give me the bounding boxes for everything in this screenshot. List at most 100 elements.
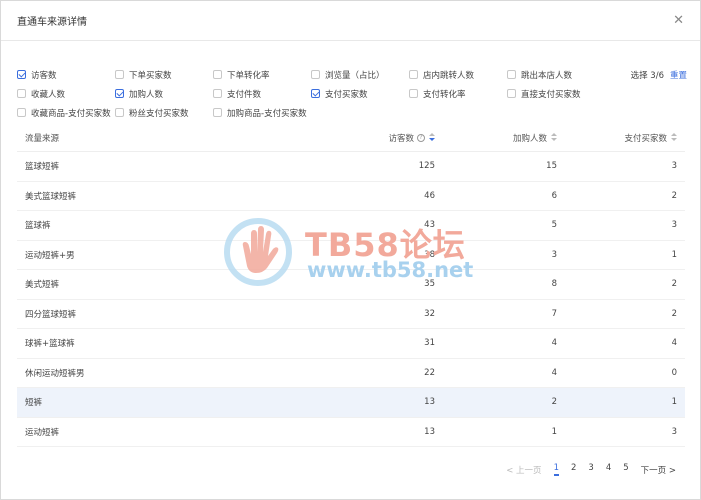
- visitors-cell: 35: [424, 279, 435, 290]
- visitors-cell: 38: [424, 249, 435, 260]
- metric-option[interactable]: 下单转化率: [213, 69, 311, 81]
- metric-option[interactable]: 粉丝支付买家数: [115, 107, 213, 119]
- reset-link[interactable]: 重置: [670, 69, 687, 81]
- checkbox[interactable]: [115, 70, 124, 79]
- metric-label: 收藏商品-支付买家数: [31, 108, 111, 119]
- table-row[interactable]: 四分篮球短裤 32 7 2: [17, 300, 685, 329]
- metric-option[interactable]: 支付件数: [213, 88, 311, 100]
- column-header-paying-buyers[interactable]: 支付买家数: [563, 132, 685, 144]
- metric-option[interactable]: 店内跳转人数: [409, 69, 507, 81]
- metric-option[interactable]: 访客数: [17, 69, 115, 81]
- checkbox[interactable]: [409, 70, 418, 79]
- visitors-cell: 125: [418, 161, 435, 172]
- header-label: 访客数: [388, 133, 414, 144]
- table-row[interactable]: 休闲运动短裤男 22 4 0: [17, 359, 685, 388]
- metric-label: 直接支付买家数: [521, 89, 581, 100]
- checkbox[interactable]: [115, 108, 124, 117]
- checkbox[interactable]: [507, 70, 516, 79]
- metric-label: 下单买家数: [129, 70, 172, 81]
- checkbox[interactable]: [213, 89, 222, 98]
- add-to-cart-cell: 15: [546, 161, 557, 172]
- source-cell: 美式短裤: [25, 280, 60, 291]
- add-to-cart-cell: 4: [551, 338, 557, 349]
- table-row[interactable]: 美式短裤 35 8 2: [17, 270, 685, 300]
- source-cell: 运动短裤: [25, 427, 60, 438]
- paying-buyers-cell: 2: [671, 308, 677, 319]
- add-to-cart-cell: 3: [551, 249, 557, 260]
- metric-label: 下单转化率: [227, 70, 270, 81]
- next-page-button[interactable]: 下一页 >: [641, 464, 676, 476]
- checkbox[interactable]: [213, 108, 222, 117]
- metric-label: 收藏人数: [31, 89, 66, 100]
- metric-option[interactable]: 加购商品-支付买家数: [213, 107, 311, 119]
- page-number-button[interactable]: 5: [623, 463, 628, 476]
- table-row[interactable]: 运动短裤+男 38 3 1: [17, 241, 685, 270]
- metric-label: 跳出本店人数: [521, 70, 573, 81]
- close-icon[interactable]: ✕: [673, 14, 684, 27]
- paying-buyers-cell: 3: [671, 220, 677, 231]
- column-header-visitors[interactable]: 访客数 ?: [277, 132, 437, 144]
- paying-buyers-cell: 0: [671, 367, 677, 378]
- metric-option[interactable]: 直接支付买家数: [507, 88, 605, 100]
- metric-option[interactable]: 支付买家数: [311, 88, 409, 100]
- checkbox[interactable]: [409, 89, 418, 98]
- pagination: < 上一页 12345 下一页 >: [500, 463, 682, 476]
- metric-label: 加购人数: [129, 89, 164, 100]
- metric-label: 访客数: [31, 70, 57, 81]
- column-header-source: 流量来源: [17, 132, 277, 144]
- visitors-cell: 22: [424, 367, 435, 378]
- add-to-cart-cell: 1: [551, 426, 557, 437]
- metric-label: 加购商品-支付买家数: [227, 108, 307, 119]
- table-row[interactable]: 球裤+篮球裤 31 4 4: [17, 329, 685, 359]
- metric-label: 支付件数: [227, 89, 262, 100]
- add-to-cart-cell: 4: [551, 367, 557, 378]
- checkbox-checked[interactable]: [311, 89, 320, 98]
- selection-info: 选择 3/6 重置: [631, 65, 687, 84]
- add-to-cart-cell: 8: [551, 279, 557, 290]
- metric-option[interactable]: 收藏商品-支付买家数: [17, 107, 115, 119]
- page-number-button[interactable]: 2: [571, 463, 576, 476]
- checkbox[interactable]: [311, 70, 320, 79]
- page-number-button[interactable]: 1: [553, 463, 559, 476]
- checkbox[interactable]: [17, 108, 26, 117]
- selection-count: 选择 3/6: [630, 70, 664, 81]
- source-cell: 运动短裤+男: [25, 250, 75, 261]
- paying-buyers-cell: 4: [671, 338, 677, 349]
- table-row[interactable]: 篮球短裤 125 15 3: [17, 152, 685, 182]
- checkbox-checked[interactable]: [17, 70, 26, 79]
- column-header-add-to-cart[interactable]: 加购人数: [437, 132, 563, 144]
- prev-page-button[interactable]: < 上一页: [506, 464, 541, 476]
- checkbox-checked[interactable]: [115, 89, 124, 98]
- checkbox[interactable]: [17, 89, 26, 98]
- checkbox[interactable]: [213, 70, 222, 79]
- visitors-cell: 31: [424, 338, 435, 349]
- table-row[interactable]: 运动短裤 13 1 3: [17, 418, 685, 447]
- sort-icon[interactable]: [551, 133, 557, 142]
- metric-option[interactable]: 浏览量（占比）: [311, 69, 409, 81]
- modal-title: 直通车来源详情: [17, 17, 87, 28]
- metric-option[interactable]: 收藏人数: [17, 88, 115, 100]
- source-table: 流量来源 访客数 ? 加购人数 支付买家数 篮球短裤 125 15 3 美式篮球短裤 46…: [17, 124, 685, 447]
- header-label: 流量来源: [25, 133, 60, 144]
- paying-buyers-cell: 2: [671, 190, 677, 201]
- table-row[interactable]: 短裤 13 2 1: [17, 388, 685, 418]
- source-cell: 四分篮球短裤: [25, 309, 77, 320]
- metric-option[interactable]: 加购人数: [115, 88, 213, 100]
- checkbox[interactable]: [507, 89, 516, 98]
- sort-icon[interactable]: [429, 133, 435, 142]
- table-row[interactable]: 美式篮球短裤 46 6 2: [17, 182, 685, 211]
- help-icon[interactable]: ?: [417, 133, 425, 142]
- source-cell: 篮球短裤: [25, 162, 60, 173]
- metric-option[interactable]: 下单买家数: [115, 69, 213, 81]
- metric-label: 支付买家数: [325, 89, 368, 100]
- sort-icon[interactable]: [671, 133, 677, 142]
- metric-option[interactable]: 跳出本店人数: [507, 69, 605, 81]
- metric-option[interactable]: 支付转化率: [409, 88, 507, 100]
- paying-buyers-cell: 3: [671, 161, 677, 172]
- visitors-cell: 13: [424, 426, 435, 437]
- paying-buyers-cell: 3: [671, 426, 677, 437]
- page-number-button[interactable]: 4: [606, 463, 611, 476]
- header-label: 加购人数: [512, 133, 547, 144]
- page-number-button[interactable]: 3: [588, 463, 593, 476]
- table-row[interactable]: 篮球裤 43 5 3: [17, 211, 685, 241]
